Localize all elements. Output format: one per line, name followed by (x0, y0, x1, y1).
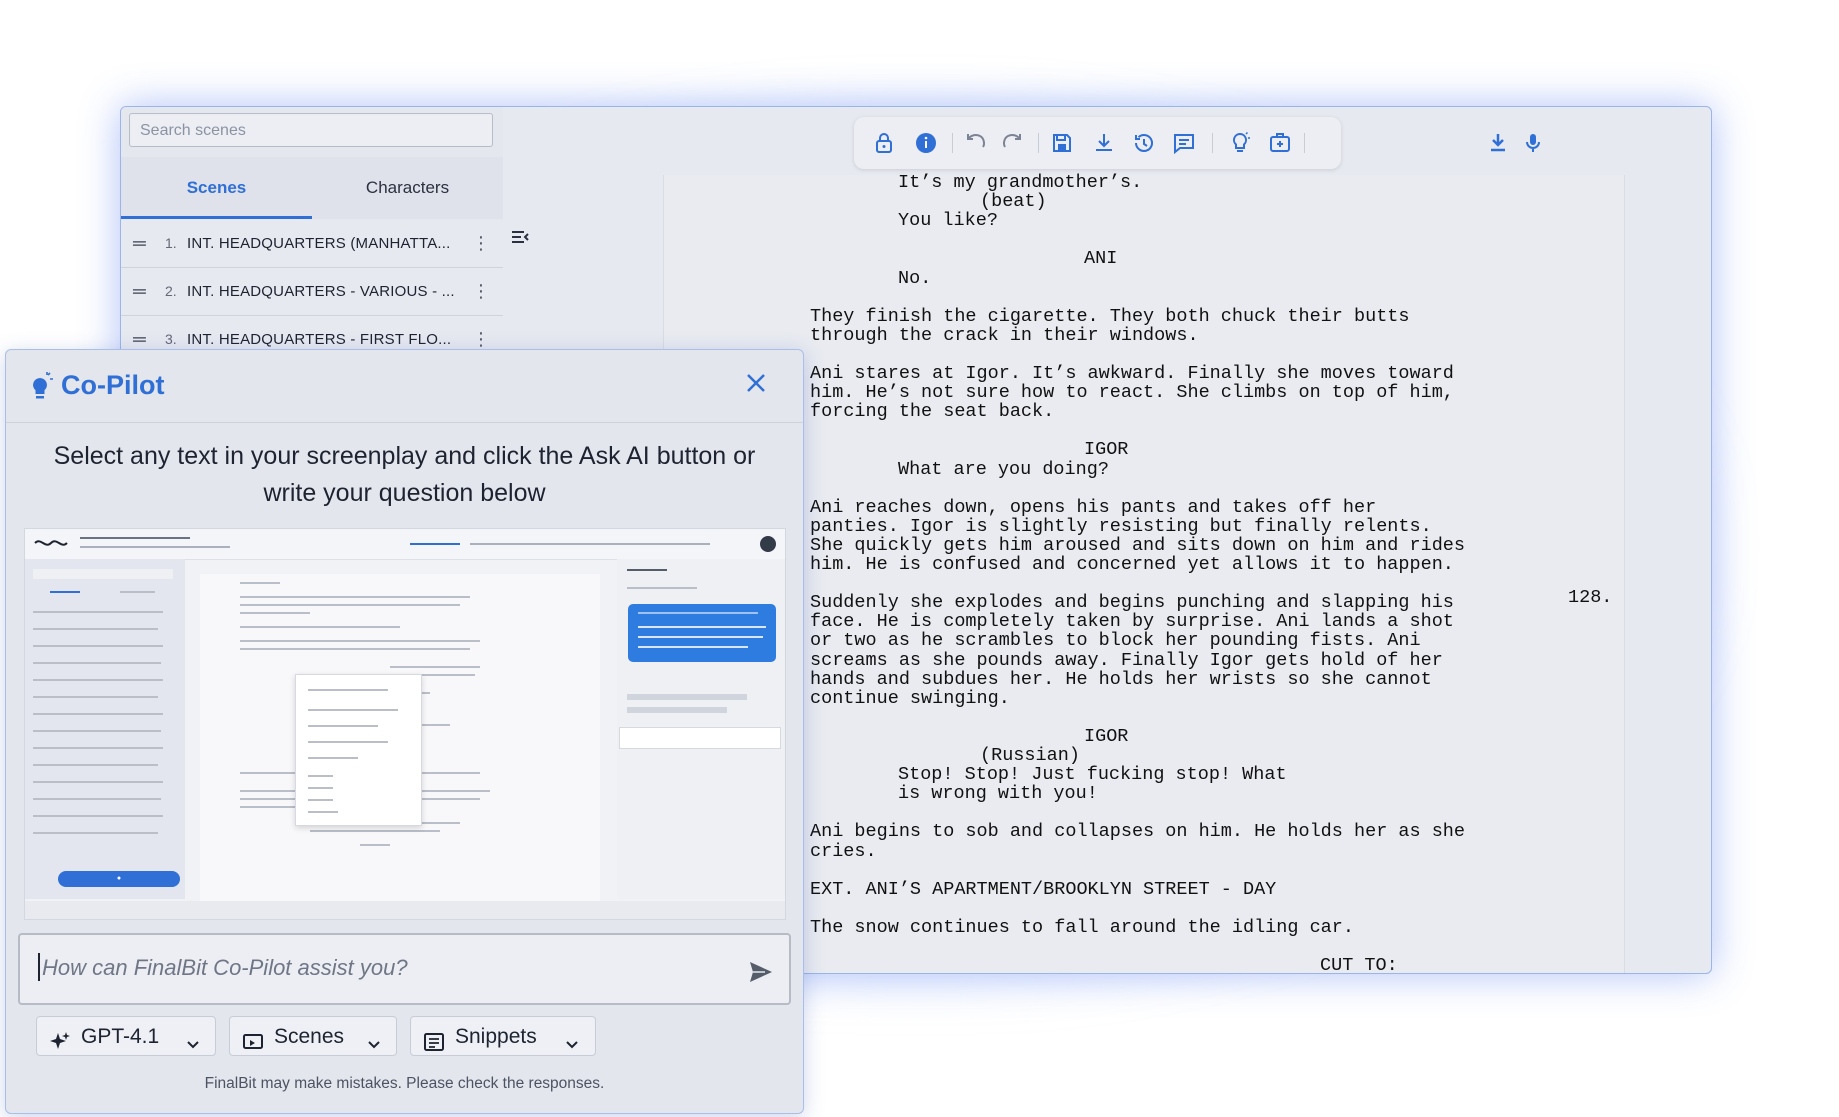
more-vertical-icon[interactable]: ⋮ (472, 220, 490, 267)
copilot-header: Co-Pilot (6, 350, 803, 423)
toolbar-separator (1038, 133, 1039, 153)
add-box-icon[interactable] (1268, 131, 1292, 155)
screenplay-line[interactable]: It’s my grandmother’s. (898, 173, 1142, 192)
microphone-icon[interactable] (1521, 131, 1545, 155)
copilot-input-placeholder: How can FinalBit Co-Pilot assist you? (42, 955, 408, 980)
screenplay-page[interactable]: 128. It’s my grandmother’s. (beat) You lik… (663, 173, 1625, 973)
lock-icon[interactable] (872, 131, 896, 155)
screenplay-line[interactable]: Ani stares at Igor. It’s awkward. Finall… (810, 364, 1454, 383)
send-icon[interactable] (747, 958, 775, 986)
redo-icon[interactable] (1000, 131, 1024, 155)
scenes-icon (242, 1027, 264, 1049)
drag-handle-icon[interactable]: ═ (133, 268, 149, 315)
scene-title: INT. HEADQUARTERS (MANHATTA... (187, 235, 451, 252)
toolbar-separator (1304, 133, 1305, 153)
scene-number: 1. (165, 235, 177, 251)
screenplay-line[interactable]: panties. Igor is slightly resisting but … (810, 517, 1432, 536)
sidebar-tabs: Scenes Characters (121, 157, 503, 219)
chevron-down-icon (184, 1027, 202, 1049)
tutorial-preview-image: ● (24, 528, 786, 920)
save-icon[interactable] (1050, 131, 1074, 155)
screenplay-line[interactable]: is wrong with you! (898, 784, 1098, 803)
model-label: GPT-4.1 (81, 1025, 160, 1048)
screenplay-line[interactable]: (Russian) (980, 746, 1080, 765)
preview-add-scene-button: ● (58, 871, 180, 887)
preview-ai-response (628, 604, 776, 662)
more-vertical-icon[interactable]: ⋮ (472, 268, 490, 315)
preview-context-menu (295, 674, 422, 826)
screenplay-line[interactable]: EXT. ANI’S APARTMENT/BROOKLYN STREET - D… (810, 880, 1276, 899)
screenplay-line[interactable]: him. He’s not sure how to react. She cli… (810, 383, 1454, 402)
copilot-intro-text: Select any text in your screenplay and c… (53, 442, 756, 507)
page-number: 128. (1568, 587, 1613, 608)
screenplay-line[interactable]: screams as she pounds away. Finally Igor… (810, 651, 1443, 670)
lightbulb-icon[interactable] (1228, 131, 1252, 155)
screenplay-line[interactable]: Stop! Stop! Just fucking stop! What (898, 765, 1287, 784)
undo-icon[interactable] (964, 131, 988, 155)
screenplay-line[interactable]: through the crack in their windows. (810, 326, 1199, 345)
snippets-label: Snippets (455, 1025, 537, 1048)
screenplay-line[interactable]: Ani reaches down, opens his pants and ta… (810, 498, 1376, 517)
scene-number: 2. (165, 283, 177, 299)
screenplay-line[interactable]: The snow continues to fall around the id… (810, 918, 1354, 937)
screenplay-line[interactable]: They finish the cigarette. They both chu… (810, 307, 1410, 326)
screenplay-line[interactable]: cries. (810, 842, 877, 861)
copilot-title: Co-Pilot (61, 370, 165, 400)
tab-scenes[interactable]: Scenes (121, 157, 312, 219)
screenplay-line[interactable]: hands and subdues her. He holds her wris… (810, 670, 1432, 689)
toolbar-separator (952, 133, 953, 153)
screenplay-line[interactable]: No. (898, 269, 931, 288)
screenplay-line[interactable]: IGOR (1084, 727, 1128, 746)
screenplay-line[interactable]: What are you doing? (898, 460, 1109, 479)
chevron-down-icon (563, 1027, 581, 1049)
close-icon[interactable] (743, 370, 769, 396)
screenplay-line[interactable]: IGOR (1084, 440, 1128, 459)
editor-toolbar (854, 117, 1341, 169)
screenplay-line[interactable]: (beat) (980, 192, 1047, 211)
screenplay-line[interactable]: Suddenly she explodes and begins punchin… (810, 593, 1454, 612)
preview-ask-input (619, 727, 781, 749)
screenplay-line[interactable]: CUT TO: (1320, 956, 1398, 973)
scene-list-item[interactable]: ═ 2. INT. HEADQUARTERS - VARIOUS - ... ⋮ (121, 268, 503, 316)
chevron-down-icon (365, 1027, 383, 1049)
lightbulb-icon (28, 372, 54, 400)
scene-list-item[interactable]: ═ 1. INT. HEADQUARTERS (MANHATTA... ⋮ (121, 220, 503, 268)
copilot-disclaimer: FinalBit may make mistakes. Please check… (204, 1075, 605, 1092)
snippets-select[interactable]: Snippets (410, 1016, 596, 1056)
scene-title: INT. HEADQUARTERS - VARIOUS - ... (187, 283, 455, 300)
info-icon[interactable] (914, 131, 938, 155)
context-label: Scenes (274, 1025, 345, 1048)
copilot-question-input[interactable]: How can FinalBit Co-Pilot assist you? (18, 933, 791, 1005)
screenplay-line[interactable]: face. He is completely taken by surprise… (810, 612, 1454, 631)
screenplay-line[interactable]: ANI (1084, 249, 1117, 268)
preview-sidebar (25, 559, 185, 899)
toolbar-separator (1212, 133, 1213, 153)
preview-status-bar (25, 901, 785, 919)
collapse-sidebar-icon[interactable] (505, 223, 535, 259)
comment-icon[interactable] (1172, 131, 1196, 155)
preview-avatar (760, 536, 776, 552)
screenplay-line[interactable]: You like? (898, 211, 998, 230)
text-caret (38, 953, 40, 981)
model-select[interactable]: GPT-4.1 (36, 1016, 216, 1056)
search-scenes-input[interactable]: Search scenes (129, 113, 493, 147)
screenplay-line[interactable]: forcing the seat back. (810, 402, 1054, 421)
history-icon[interactable] (1132, 131, 1156, 155)
snippets-icon (423, 1027, 445, 1051)
screenplay-line[interactable]: Ani begins to sob and collapses on him. … (810, 822, 1465, 841)
screenplay-line[interactable]: She quickly gets him aroused and sits do… (810, 536, 1465, 555)
screenplay-line[interactable]: him. He is confused and concerned yet al… (810, 555, 1454, 574)
preview-logo-icon (34, 540, 68, 546)
screenplay-line[interactable]: or two as he scrambles to block her poun… (810, 631, 1421, 650)
tab-characters[interactable]: Characters (312, 157, 503, 219)
export-icon[interactable] (1486, 131, 1510, 155)
copilot-panel: Co-Pilot Select any text in your screenp… (5, 349, 804, 1114)
drag-handle-icon[interactable]: ═ (133, 220, 149, 267)
sparkle-icon (49, 1027, 71, 1049)
screenplay-line[interactable]: continue swinging. (810, 689, 1010, 708)
download-icon[interactable] (1092, 131, 1116, 155)
context-select[interactable]: Scenes (229, 1016, 397, 1056)
preview-header (25, 529, 785, 560)
